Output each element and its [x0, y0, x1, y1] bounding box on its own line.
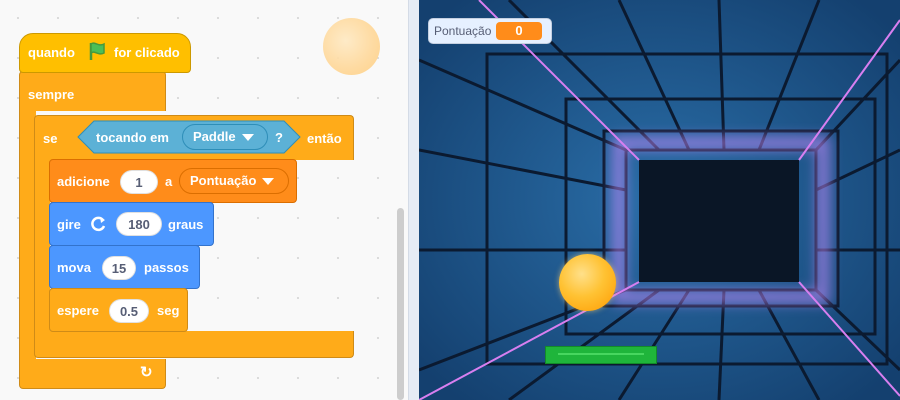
turn-label: gire: [57, 217, 81, 232]
move-steps-input[interactable]: 15: [102, 256, 136, 280]
move-block[interactable]: mova 15 passos: [49, 245, 200, 289]
paddle-sprite[interactable]: [545, 346, 657, 364]
paddle-highlight: [558, 353, 644, 355]
when-flag-clicked-block[interactable]: quando for clicado: [19, 33, 191, 73]
if-label: se: [43, 131, 58, 146]
loop-arrow-icon: ↻: [140, 364, 153, 381]
change-label: adicione: [57, 174, 110, 189]
ball-sprite[interactable]: [559, 254, 616, 311]
touching-label: tocando em: [96, 130, 169, 145]
forever-label: sempre: [28, 87, 75, 102]
forever-block[interactable]: sempre: [19, 71, 166, 111]
if-arm: [34, 159, 50, 332]
code-scrollbar-thumb[interactable]: [397, 208, 404, 400]
green-flag-icon: [89, 42, 105, 60]
turn-unit-label: graus: [168, 217, 204, 232]
panel-divider: [408, 0, 419, 400]
score-variable-monitor[interactable]: Pontuação 0: [428, 18, 552, 44]
if-bottom: [34, 331, 354, 358]
move-unit-label: passos: [144, 260, 189, 275]
turn-degrees-input[interactable]: 180: [116, 212, 162, 236]
variable-dropdown-value: Pontuação: [190, 173, 257, 188]
rotate-clockwise-icon: [91, 216, 106, 232]
touching-target-dropdown[interactable]: Paddle: [182, 124, 268, 150]
if-then-label: então: [307, 131, 342, 146]
wait-block[interactable]: espere 0.5 seg: [49, 288, 188, 332]
change-to-label: a: [165, 174, 173, 189]
touching-question-mark: ?: [275, 130, 283, 145]
stage[interactable]: [419, 0, 900, 400]
sprite-watermark: [323, 18, 380, 75]
turn-block[interactable]: gire 180 graus: [49, 202, 214, 246]
touching-target-value: Paddle: [193, 129, 236, 144]
neon-tunnel-backdrop: [419, 0, 900, 400]
wait-seconds-input[interactable]: 0.5: [109, 299, 149, 323]
forever-bottom[interactable]: ↻: [19, 359, 166, 389]
code-area[interactable]: sempre ↻ se então tocando em Paddle ? qu…: [0, 0, 408, 400]
chevron-down-icon: [262, 178, 275, 186]
variable-dropdown[interactable]: Pontuação: [179, 168, 289, 194]
hat-label: quando: [28, 45, 75, 60]
chevron-down-icon: [241, 134, 254, 142]
wait-label: espere: [57, 303, 99, 318]
change-variable-block[interactable]: adicione 1 a Pontuação: [49, 159, 297, 203]
wait-unit-label: seg: [157, 303, 180, 318]
score-monitor-label: Pontuação: [434, 24, 492, 38]
move-label: mova: [57, 260, 91, 275]
change-value-input[interactable]: 1: [120, 170, 158, 194]
score-monitor-value: 0: [496, 22, 542, 40]
hat-suffix-label: for clicado: [114, 45, 180, 60]
